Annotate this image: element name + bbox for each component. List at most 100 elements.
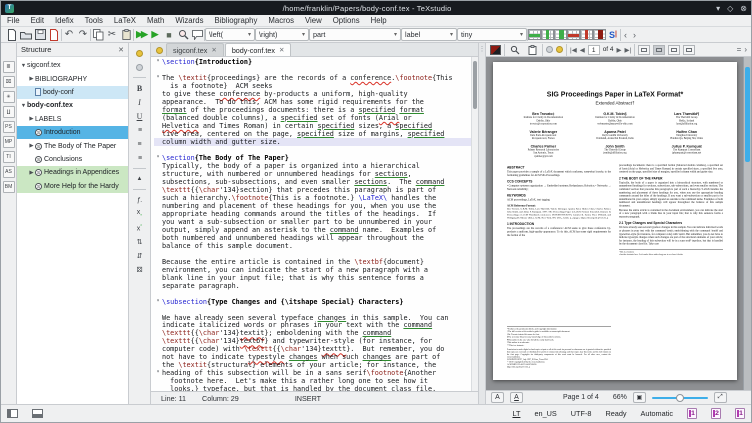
- open-file-icon[interactable]: [19, 28, 33, 41]
- editor-line[interactable]: such a hierarchy.\footnote{This is a foo…: [154, 194, 471, 202]
- annotation-a2-icon[interactable]: A: [510, 392, 523, 403]
- frac-icon[interactable]: ⇅: [132, 236, 147, 248]
- collapse-icon[interactable]: ▼: [20, 103, 27, 109]
- add-row-icon[interactable]: [528, 29, 541, 40]
- structure-item-the-body-of-the-paper[interactable]: ▶SThe Body of The Paper: [17, 139, 128, 152]
- editor-line[interactable]: ▾\subsection{Type Changes and {\itshape …: [154, 298, 471, 306]
- panel-icon-4[interactable]: PS: [3, 121, 15, 133]
- close-icon[interactable]: ⊗: [740, 4, 747, 13]
- panel-icon-2[interactable]: ✳: [3, 91, 15, 103]
- editor-line[interactable]: environment, you can indicate the start …: [154, 266, 471, 274]
- fold-marker-icon[interactable]: ▾: [154, 74, 162, 82]
- fit-window-icon[interactable]: [638, 45, 650, 55]
- structure-item-sigconf-tex[interactable]: ▼sigconf.tex: [17, 59, 128, 72]
- pdf-magnifier-icon[interactable]: [508, 43, 522, 56]
- menu-item-wizards[interactable]: Wizards: [175, 16, 203, 25]
- structure-item-body-conf[interactable]: body-conf: [17, 86, 128, 99]
- bold-icon[interactable]: B: [132, 82, 147, 94]
- annotation-a1-icon[interactable]: A: [491, 392, 504, 403]
- editor-line[interactable]: subsections, sub-subsections, and even s…: [154, 178, 471, 186]
- editor-line[interactable]: not have to indicate typestyle changes w…: [154, 353, 471, 361]
- editor-line[interactable]: the \textit{structural} elements of your…: [154, 361, 471, 369]
- pdf-scrollbar[interactable]: [743, 57, 751, 390]
- close-structure-icon[interactable]: ✕: [118, 46, 124, 54]
- editor-line[interactable]: [154, 290, 471, 298]
- editor-line[interactable]: format of the proceedings documents: the…: [154, 106, 471, 114]
- editor[interactable]: ▾\section{Introduction} ▾The \textit{pro…: [151, 57, 478, 391]
- new-file-icon[interactable]: [5, 28, 19, 41]
- comment-icon[interactable]: [190, 28, 204, 41]
- editor-line[interactable]: output, simply append an asterisk to the…: [154, 226, 471, 234]
- editor-line[interactable]: ▾heading of this subsection will be in a…: [154, 369, 471, 377]
- dropdown-left[interactable]: \left(▾: [205, 28, 255, 41]
- previous-document-icon[interactable]: ‹: [621, 30, 630, 40]
- editor-line[interactable]: [154, 306, 471, 314]
- maximize-icon[interactable]: ◇: [727, 4, 733, 13]
- build-and-view-icon[interactable]: ▶▶: [134, 28, 148, 41]
- bookmark-gray-icon[interactable]: [132, 61, 147, 73]
- editor-line[interactable]: \texttt{{\char'134}textit}; emboldening …: [154, 329, 471, 337]
- typewriter-icon[interactable]: ▲: [132, 173, 147, 185]
- editor-line[interactable]: indicate italicized words or phrases in …: [154, 321, 471, 329]
- close-file-icon[interactable]: [47, 28, 61, 41]
- close-tab-icon[interactable]: ✕: [279, 46, 284, 54]
- editor-line[interactable]: appearance. To do this, ACM has some rig…: [154, 98, 471, 106]
- pdf-menu-icon[interactable]: =: [737, 45, 742, 54]
- fold-marker-icon[interactable]: ▾: [154, 154, 162, 162]
- panel-icon-6[interactable]: TI: [3, 151, 15, 163]
- marker-yellow-icon[interactable]: [556, 46, 563, 53]
- log-badge-1[interactable]: 2: [711, 408, 721, 419]
- editor-line[interactable]: looks.} typeface, but that is handled by…: [154, 385, 471, 391]
- tab-corner-button[interactable]: [153, 44, 165, 56]
- status-automatic[interactable]: Automatic: [641, 409, 673, 418]
- expand-icon[interactable]: ▶: [28, 143, 35, 149]
- editor-line[interactable]: footnote here. Let's make this a rather …: [154, 377, 471, 385]
- status-ready[interactable]: Ready: [605, 409, 626, 418]
- remove-row-icon[interactable]: [567, 29, 580, 40]
- menu-item-edit[interactable]: Edit: [31, 16, 44, 25]
- editor-line[interactable]: Typically, the body of a paper is organi…: [154, 162, 471, 170]
- status-utf-8[interactable]: UTF-8: [571, 409, 592, 418]
- menu-item-view[interactable]: View: [305, 16, 322, 25]
- editor-line[interactable]: appropriate heading commands around the …: [154, 210, 471, 218]
- superscript-icon[interactable]: x▫: [132, 222, 147, 234]
- splitter-handle[interactable]: ⋮: [478, 43, 486, 404]
- editor-line[interactable]: to give these conference by-products a u…: [154, 90, 471, 98]
- panel-icon-5[interactable]: MP: [3, 136, 15, 148]
- zoom-slider-knob[interactable]: [676, 394, 684, 402]
- editor-line[interactable]: ▾The \textit{proceedings} are the record…: [154, 74, 471, 82]
- editor-line[interactable]: [154, 250, 471, 258]
- zoom-reset-icon[interactable]: ▣: [633, 392, 646, 403]
- subscript-icon[interactable]: x▫: [132, 208, 147, 220]
- redo-icon[interactable]: ↷: [76, 28, 90, 41]
- page-number-input[interactable]: 1: [588, 45, 600, 55]
- previous-page-button[interactable]: ◀: [580, 46, 585, 54]
- menu-item-macros[interactable]: Macros: [268, 16, 294, 25]
- menu-item-help[interactable]: Help: [371, 16, 387, 25]
- editor-line[interactable]: column width and gutter size.: [154, 138, 471, 146]
- editor-line[interactable]: \texttt{{\char'134}textbf} and typewrite…: [154, 337, 471, 345]
- editor-line[interactable]: structure, with numbered or unnumbered h…: [154, 170, 471, 178]
- matrix-icon[interactable]: ⚄: [132, 264, 147, 276]
- align-center-icon[interactable]: ≡: [132, 138, 147, 150]
- menu-item-idefix[interactable]: Idefix: [55, 16, 74, 25]
- stop-icon[interactable]: ■: [162, 28, 176, 41]
- underline-icon[interactable]: U: [132, 110, 147, 122]
- tab-body-conf-tex[interactable]: body-conf.tex✕: [225, 43, 292, 56]
- fold-marker-icon[interactable]: ▾: [154, 58, 162, 66]
- menu-item-options[interactable]: Options: [333, 16, 360, 25]
- menu-item-math[interactable]: Math: [147, 16, 164, 25]
- structure-item-introduction[interactable]: SIntroduction: [17, 126, 128, 139]
- fold-marker-icon[interactable]: ▾: [154, 369, 162, 377]
- menu-item-tools[interactable]: Tools: [85, 16, 103, 25]
- pdf-viewport[interactable]: SIG Proceedings Paper in LaTeX Format* E…: [486, 57, 751, 390]
- save-icon[interactable]: [33, 28, 47, 41]
- pdf-scrollbar-thumb[interactable]: [745, 67, 750, 162]
- collapse-icon[interactable]: ▼: [20, 63, 27, 69]
- next-page-button[interactable]: ▶: [617, 46, 622, 54]
- next-document-icon[interactable]: ›: [630, 30, 639, 40]
- editor-line[interactable]: ▾\section{The Body of The Paper}: [154, 154, 471, 162]
- editor-line[interactable]: Because the entire article is contained …: [154, 258, 471, 266]
- undo-icon[interactable]: ↶: [62, 28, 76, 41]
- menu-item-bibliography[interactable]: Bibliography: [214, 16, 257, 25]
